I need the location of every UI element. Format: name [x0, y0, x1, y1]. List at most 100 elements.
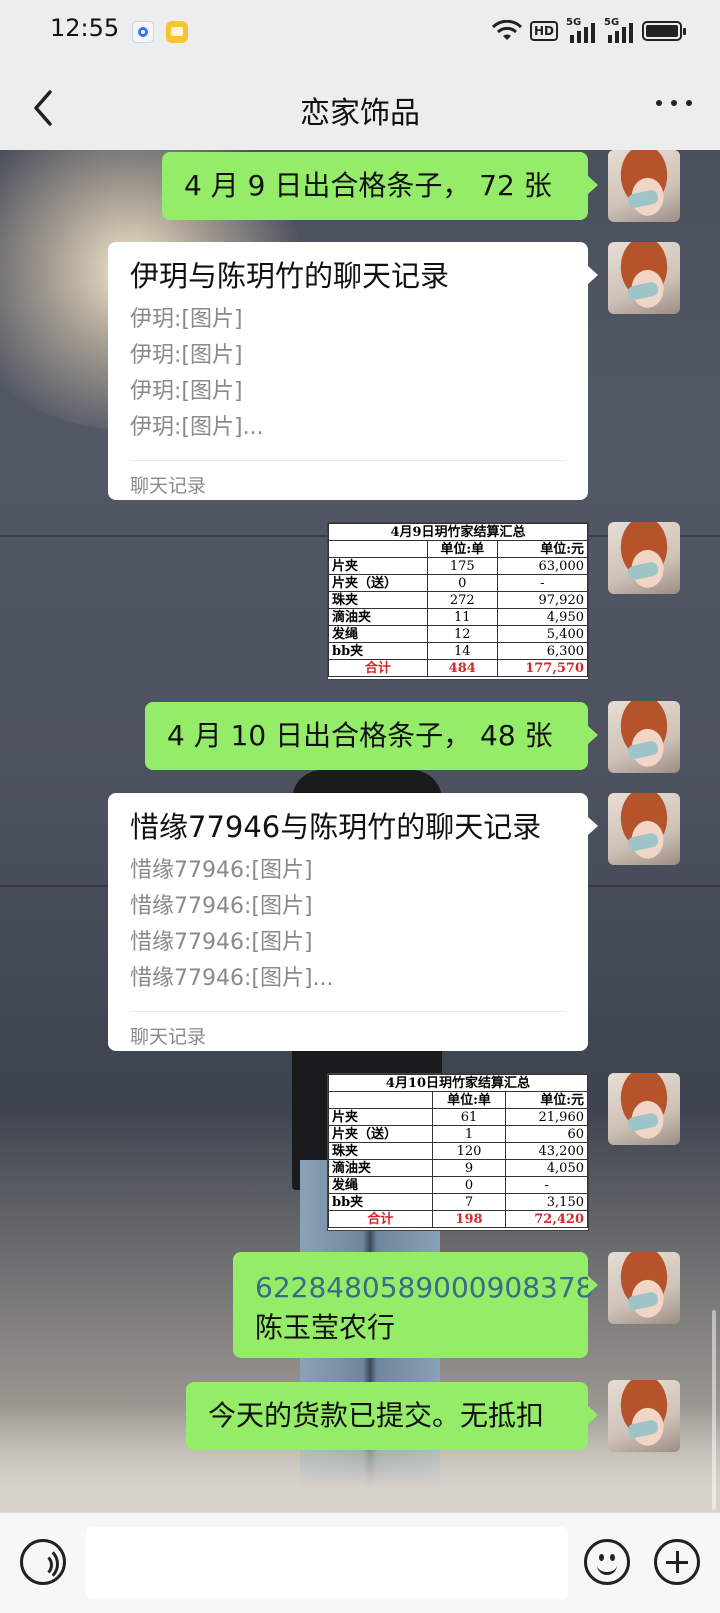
table-cell: 43,200 [505, 1142, 588, 1160]
status-bar: 12:55 HD 5G 5G [0, 0, 720, 64]
table-cell: 12 [426, 625, 498, 643]
table-cell: 珠夹 [328, 591, 428, 609]
chat-record-card[interactable]: 惜缘77946与陈玥竹的聊天记录 惜缘77946:[图片] 惜缘77946:[图… [108, 793, 598, 1051]
plus-icon[interactable] [654, 1539, 700, 1585]
message-text: 4 月 10 日出合格条子， 48 张 [167, 719, 553, 752]
table-cell: 5,400 [496, 625, 589, 643]
table-cell: 滴油夹 [328, 1159, 433, 1177]
chat-record-line: 伊玥:[图片]... [130, 415, 264, 440]
message-bubble[interactable]: 今天的货款已提交。无抵扣 [186, 1382, 598, 1450]
table-total-label: 合计 [328, 659, 428, 677]
table-cell: 14 [426, 642, 498, 660]
account-number-link[interactable]: 6228480589000908378 [255, 1268, 593, 1308]
chat-record-line: 伊玥:[图片] [130, 379, 243, 404]
divider [130, 460, 566, 461]
table-cell: bb夹 [328, 1193, 433, 1211]
notes-app-icon [166, 21, 188, 43]
input-bar [0, 1512, 720, 1613]
table-cell: 61 [431, 1108, 507, 1126]
table-cell: 0 [431, 1176, 507, 1194]
table-cell: 7 [431, 1193, 507, 1211]
chat-record-line: 惜缘77946:[图片]... [130, 966, 334, 991]
table-cell: 4,050 [505, 1159, 588, 1177]
chat-record-line: 惜缘77946:[图片] [130, 930, 313, 955]
voice-icon[interactable] [20, 1539, 66, 1585]
hd-indicator: HD [529, 21, 558, 41]
avatar[interactable] [608, 1380, 680, 1452]
table-total-count: 484 [426, 659, 498, 677]
table-cell: - [505, 1176, 588, 1194]
settlement-table-image[interactable]: 4月10日玥竹家结算汇总 单位:单 单位:元 片夹 61 21,960 片夹（送） 1… [327, 1073, 589, 1231]
table-cell: 0 [426, 574, 498, 592]
chat-title: 恋家饰品 [300, 96, 420, 131]
table-cell: 175 [426, 557, 498, 575]
status-indicators: HD 5G 5G [491, 16, 686, 46]
battery-icon [642, 21, 686, 41]
status-time: 12:55 [50, 14, 120, 42]
table-cell: 珠夹 [328, 1142, 433, 1160]
table-title: 4月9日玥竹家结算汇总 [328, 523, 588, 541]
scrollbar[interactable] [712, 1310, 716, 1510]
table-header: 单位:元 [496, 540, 589, 558]
table-cell: 发绳 [328, 1176, 433, 1194]
table-cell: 6,300 [496, 642, 589, 660]
table-cell: 21,960 [505, 1108, 588, 1126]
table-header: 单位:单 [426, 540, 498, 558]
table-header [328, 540, 428, 558]
avatar[interactable] [608, 150, 680, 222]
table-cell: 63,000 [496, 557, 589, 575]
table-header: 单位:单 [431, 1091, 507, 1109]
table-cell: 片夹 [328, 1108, 433, 1126]
table-cell: 9 [431, 1159, 507, 1177]
table-cell: 97,920 [496, 591, 589, 609]
table-cell: 4,950 [496, 608, 589, 626]
avatar[interactable] [608, 793, 680, 865]
message-bubble[interactable]: 4 月 10 日出合格条子， 48 张 [145, 702, 598, 770]
message-text: 4 月 9 日出合格条子， 72 张 [184, 169, 552, 202]
table-total-label: 合计 [328, 1210, 433, 1228]
signal-icon-2: 5G [604, 17, 634, 43]
chat-record-title: 伊玥与陈玥竹的聊天记录 [130, 259, 450, 293]
table-cell: 1 [431, 1125, 507, 1143]
more-dots-icon[interactable] [656, 100, 692, 112]
chat-record-title: 惜缘77946与陈玥竹的聊天记录 [130, 810, 542, 844]
table-cell: bb夹 [328, 642, 428, 660]
chat-record-card[interactable]: 伊玥与陈玥竹的聊天记录 伊玥:[图片] 伊玥:[图片] 伊玥:[图片] 伊玥:[… [108, 242, 598, 500]
chat-record-line: 伊玥:[图片] [130, 343, 243, 368]
table-cell: 120 [431, 1142, 507, 1160]
avatar[interactable] [608, 242, 680, 314]
avatar[interactable] [608, 522, 680, 594]
table-cell: 发绳 [328, 625, 428, 643]
message-input[interactable] [86, 1527, 568, 1599]
message-text: 今天的货款已提交。无抵扣 [208, 1399, 545, 1432]
table-cell: 片夹（送） [328, 574, 428, 592]
avatar[interactable] [608, 701, 680, 773]
chat-record-line: 惜缘77946:[图片] [130, 858, 313, 883]
avatar[interactable] [608, 1252, 680, 1324]
settlement-table-image[interactable]: 4月9日玥竹家结算汇总 单位:单 单位:元 片夹 175 63,000 片夹（送） 0… [327, 522, 589, 680]
chat-record-footer: 聊天记录 [130, 1026, 207, 1048]
chat-record-line: 伊玥:[图片] [130, 307, 243, 332]
chat-area[interactable]: 4 月 9 日出合格条子， 72 张 伊玥与陈玥竹的聊天记录 伊玥:[图片] 伊… [0, 150, 720, 1512]
table-title: 4月10日玥竹家结算汇总 [328, 1074, 588, 1092]
table-header [328, 1091, 433, 1109]
table-cell: 272 [426, 591, 498, 609]
emoji-icon[interactable] [584, 1539, 630, 1585]
table-cell: 3,150 [505, 1193, 588, 1211]
table-cell: 片夹（送） [328, 1125, 433, 1143]
message-bubble[interactable]: 4 月 9 日出合格条子， 72 张 [162, 152, 598, 220]
table-cell: 11 [426, 608, 498, 626]
divider [130, 1011, 566, 1012]
chat-header: 恋家饰品 [0, 64, 720, 150]
signal-icon-1: 5G [566, 17, 596, 43]
table-total-amount: 177,570 [496, 659, 589, 677]
avatar[interactable] [608, 1073, 680, 1145]
browser-app-icon [132, 21, 154, 43]
table-header: 单位:元 [505, 1091, 588, 1109]
message-bubble[interactable]: 6228480589000908378 陈玉莹农行 [233, 1252, 598, 1358]
table-total-count: 198 [431, 1210, 507, 1228]
table-cell: 滴油夹 [328, 608, 428, 626]
table-cell: 60 [505, 1125, 588, 1143]
chat-record-line: 惜缘77946:[图片] [130, 894, 313, 919]
chat-record-footer: 聊天记录 [130, 475, 207, 497]
